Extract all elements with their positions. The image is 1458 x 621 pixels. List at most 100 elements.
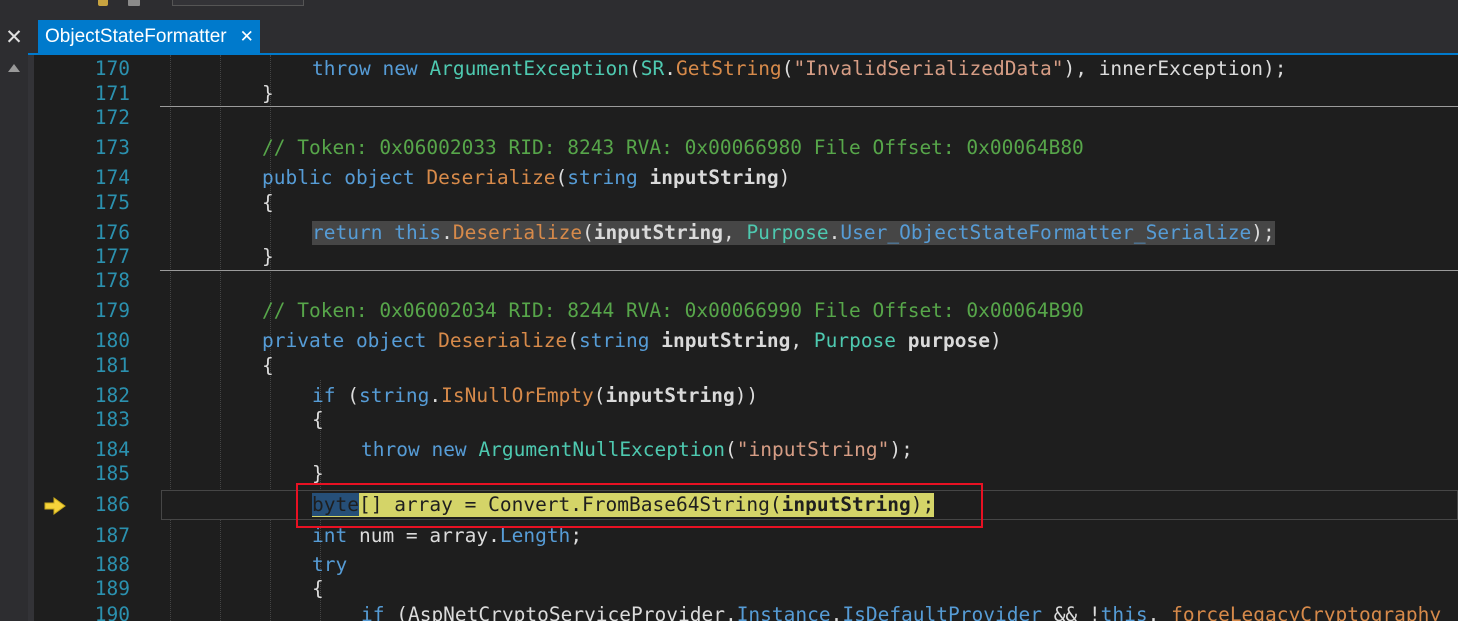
code-token: ( xyxy=(629,57,641,80)
code-token: } xyxy=(312,462,324,485)
line-number: 174 xyxy=(94,166,130,189)
code-token: // Token: 0x06002034 RID: 8244 RVA: 0x00… xyxy=(262,299,1084,322)
line-number: 188 xyxy=(94,553,130,576)
code-token: { xyxy=(312,408,324,431)
code-text: } xyxy=(262,245,274,269)
code-token: if xyxy=(361,603,385,621)
code-line[interactable]: 179 // Token: 0x06002034 RID: 8244 RVA: 0… xyxy=(0,299,1458,323)
code-token: . xyxy=(1147,603,1160,621)
code-line[interactable]: 170 throw new ArgumentException(SR.GetStr… xyxy=(0,57,1458,81)
line-number: 184 xyxy=(94,438,130,461)
code-line[interactable]: 180 private object Deserialize(string inp… xyxy=(0,329,1458,353)
code-line[interactable]: 189 { xyxy=(0,577,1458,601)
code-token: ( xyxy=(567,329,580,352)
save-icon[interactable] xyxy=(128,0,140,6)
code-text: throw new ArgumentException(SR.GetString… xyxy=(312,57,1287,81)
code-token: )) xyxy=(734,384,759,407)
code-token: ) xyxy=(778,166,791,189)
code-token: object xyxy=(355,329,427,352)
code-token: IsDefaultProvider xyxy=(842,603,1042,621)
code-token: string xyxy=(567,166,638,189)
code-token: inputString xyxy=(605,384,735,407)
code-token: ( xyxy=(555,166,568,189)
folder-icon[interactable] xyxy=(98,0,108,6)
code-token: , xyxy=(722,221,747,244)
current-statement-arrow-icon xyxy=(44,497,66,515)
code-text: private object Deserialize(string inputS… xyxy=(262,329,1002,353)
code-line[interactable]: 178 xyxy=(0,269,1458,293)
code-token: ); xyxy=(889,438,913,461)
toolbar-strip xyxy=(0,0,1458,8)
code-line[interactable]: 173 // Token: 0x06002033 RID: 8243 RVA: 0… xyxy=(0,136,1458,160)
code-token: ( xyxy=(593,384,606,407)
code-line[interactable]: 190 if (AspNetCryptoServiceProvider.Insta… xyxy=(0,603,1458,621)
code-line[interactable]: 177} xyxy=(0,245,1458,269)
code-token: ); xyxy=(1251,221,1275,244)
code-token: return xyxy=(312,221,383,244)
code-token: "inputString" xyxy=(736,438,890,461)
code-line[interactable]: 172 xyxy=(0,106,1458,130)
tab-close-icon[interactable]: ✕ xyxy=(240,27,254,47)
line-number: 176 xyxy=(94,221,130,244)
code-token: ( xyxy=(781,57,794,80)
code-token: ArgumentNullException xyxy=(478,438,725,461)
code-token: GetString xyxy=(676,57,782,80)
code-token: inputString xyxy=(593,221,723,244)
code-token: . xyxy=(441,221,453,244)
line-number: 180 xyxy=(94,329,130,352)
line-number: 179 xyxy=(94,299,130,322)
toolbar-combo[interactable] xyxy=(172,0,304,6)
tab-objectstateformatter[interactable]: ObjectStateFormatter ✕ xyxy=(38,20,260,53)
code-line[interactable]: 176 return this.Deserialize(inputString, … xyxy=(0,221,1458,245)
code-token: try xyxy=(312,553,348,576)
line-number: 178 xyxy=(94,269,130,292)
line-number: 177 xyxy=(94,245,130,268)
code-token: (AspNetCryptoServiceProvider. xyxy=(384,603,737,621)
code-line[interactable]: 171} xyxy=(0,82,1458,106)
code-token: , xyxy=(790,329,814,352)
code-line[interactable]: 188 try xyxy=(0,553,1458,577)
code-token: . xyxy=(828,221,841,244)
code-token: object xyxy=(344,166,415,189)
line-number: 186 xyxy=(94,493,130,516)
code-line[interactable]: 181 { xyxy=(0,354,1458,378)
code-token: { xyxy=(312,577,324,600)
code-token: } xyxy=(262,82,274,105)
code-line[interactable]: 182 if (string.IsNullOrEmpty(inputString)… xyxy=(0,384,1458,408)
code-token: { xyxy=(262,354,274,377)
code-text: if (string.IsNullOrEmpty(inputString)) xyxy=(312,384,758,408)
line-number: 181 xyxy=(94,354,130,377)
code-token: } xyxy=(262,245,274,268)
line-number: 172 xyxy=(94,106,130,129)
line-number: 185 xyxy=(94,462,130,485)
code-text: try xyxy=(312,553,347,577)
annotation-highlight-box xyxy=(296,483,983,528)
code-editor[interactable]: 170 throw new ArgumentException(SR.GetStr… xyxy=(0,55,1458,621)
code-token: Purpose xyxy=(813,329,897,352)
code-token: User_ObjectStateFormatter_Serialize xyxy=(840,221,1252,244)
code-token: this xyxy=(1100,603,1148,621)
code-token: SR xyxy=(640,57,665,80)
code-text: { xyxy=(262,354,274,378)
close-icon[interactable]: ✕ xyxy=(0,8,28,55)
code-text: } xyxy=(262,82,274,106)
code-token: IsNullOrEmpty xyxy=(441,384,594,407)
code-token: ), innerException); xyxy=(1063,57,1287,80)
code-line[interactable]: 183 { xyxy=(0,408,1458,432)
code-line[interactable]: 175 { xyxy=(0,191,1458,215)
line-number: 183 xyxy=(94,408,130,431)
code-token: ( xyxy=(724,438,737,461)
code-line[interactable]: 184 throw new ArgumentNullException("inpu… xyxy=(0,438,1458,462)
code-token: Instance xyxy=(736,603,831,621)
code-line[interactable]: 174 public object Deserialize(string inpu… xyxy=(0,166,1458,190)
code-token: throw xyxy=(361,438,420,461)
code-token: ) xyxy=(989,329,1002,352)
